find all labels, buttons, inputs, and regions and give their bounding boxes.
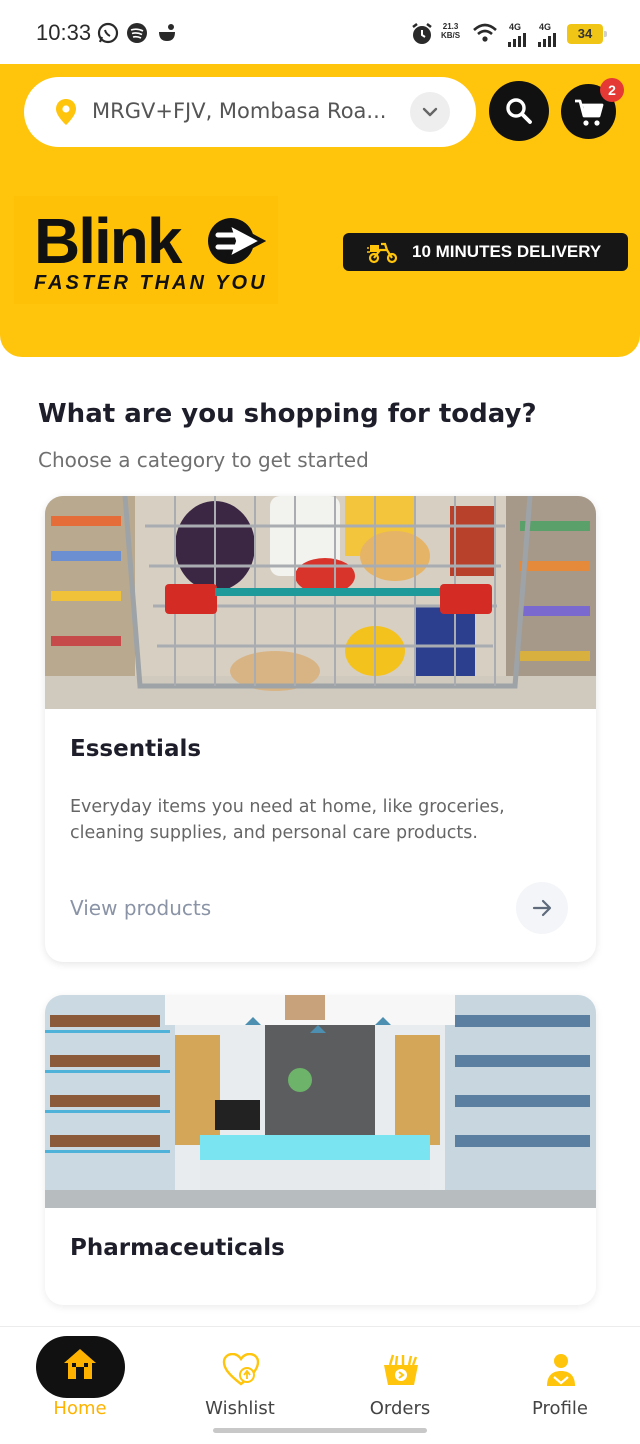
cart-badge: 2 — [600, 78, 624, 102]
status-time: 10:33 — [36, 20, 92, 45]
alarm-icon — [410, 22, 434, 50]
cart-button[interactable]: 2 — [561, 78, 624, 139]
nav-profile-label: Profile — [532, 1398, 588, 1419]
location-pin-icon — [56, 99, 76, 129]
view-products-link[interactable]: View products — [70, 896, 211, 920]
arrow-right-icon[interactable] — [516, 882, 568, 934]
status-bar: 10:33 21.3 KB/S 4G 4G 34 — [0, 0, 640, 64]
nav-profile[interactable]: Profile — [480, 1327, 640, 1427]
delivery-text: 10 MINUTES DELIVERY — [412, 242, 602, 261]
signal-label-2: 4G — [539, 22, 552, 32]
header: MRGV+FJV, Mombasa Roa... 2 Blink FASTER … — [0, 64, 640, 357]
signal-icon — [507, 32, 529, 51]
logo-arrow-icon — [204, 214, 267, 272]
nav-home[interactable]: Home — [0, 1327, 160, 1427]
card-description: Everyday items you need at home, like gr… — [70, 797, 505, 843]
chevron-down-icon[interactable] — [410, 92, 450, 132]
card-title: Pharmaceuticals — [70, 1235, 285, 1261]
logo-word: Blink — [34, 205, 182, 277]
nav-wishlist-label: Wishlist — [205, 1398, 275, 1419]
basket-icon — [382, 1353, 420, 1391]
delivery-scooter-icon — [367, 240, 399, 268]
search-button[interactable] — [489, 81, 549, 141]
battery-icon: 34 — [567, 24, 607, 44]
wifi-icon — [472, 22, 498, 48]
nav-home-label: Home — [53, 1398, 107, 1419]
logo: Blink FASTER THAN YOU — [14, 196, 278, 304]
pharmaceuticals-image — [45, 995, 596, 1208]
card-title: Essentials — [70, 736, 202, 762]
location-selector[interactable]: MRGV+FJV, Mombasa Roa... — [24, 77, 476, 147]
nav-wishlist[interactable]: Wishlist — [160, 1327, 320, 1427]
home-icon — [62, 1347, 98, 1385]
gesture-bar[interactable] — [213, 1428, 427, 1433]
logo-tagline: FASTER THAN YOU — [34, 272, 268, 294]
page-subtitle: Choose a category to get started — [38, 448, 369, 472]
nav-orders-label: Orders — [369, 1398, 431, 1419]
nav-orders[interactable]: Orders — [320, 1327, 480, 1427]
signal-icon-2 — [537, 32, 559, 51]
location-text: MRGV+FJV, Mombasa Roa... — [92, 99, 387, 123]
search-icon — [506, 98, 532, 124]
category-card-essentials[interactable]: Essentials Everyday items you need at ho… — [45, 496, 596, 962]
bottom-nav: Home Wishlist Orders Profile — [0, 1326, 640, 1444]
cloud-icon — [155, 22, 179, 48]
signal-label-1: 4G — [509, 22, 522, 32]
delivery-badge: 10 MINUTES DELIVERY — [343, 233, 628, 271]
cart-icon — [575, 99, 604, 126]
heart-icon — [222, 1352, 260, 1391]
user-icon — [542, 1353, 580, 1391]
page-title: What are you shopping for today? — [38, 399, 537, 429]
category-card-pharmaceuticals[interactable]: Pharmaceuticals — [45, 995, 596, 1305]
essentials-image — [45, 496, 596, 709]
net-speed: 21.3 KB/S — [441, 22, 461, 40]
whatsapp-icon — [97, 22, 119, 48]
spotify-icon — [126, 22, 148, 48]
